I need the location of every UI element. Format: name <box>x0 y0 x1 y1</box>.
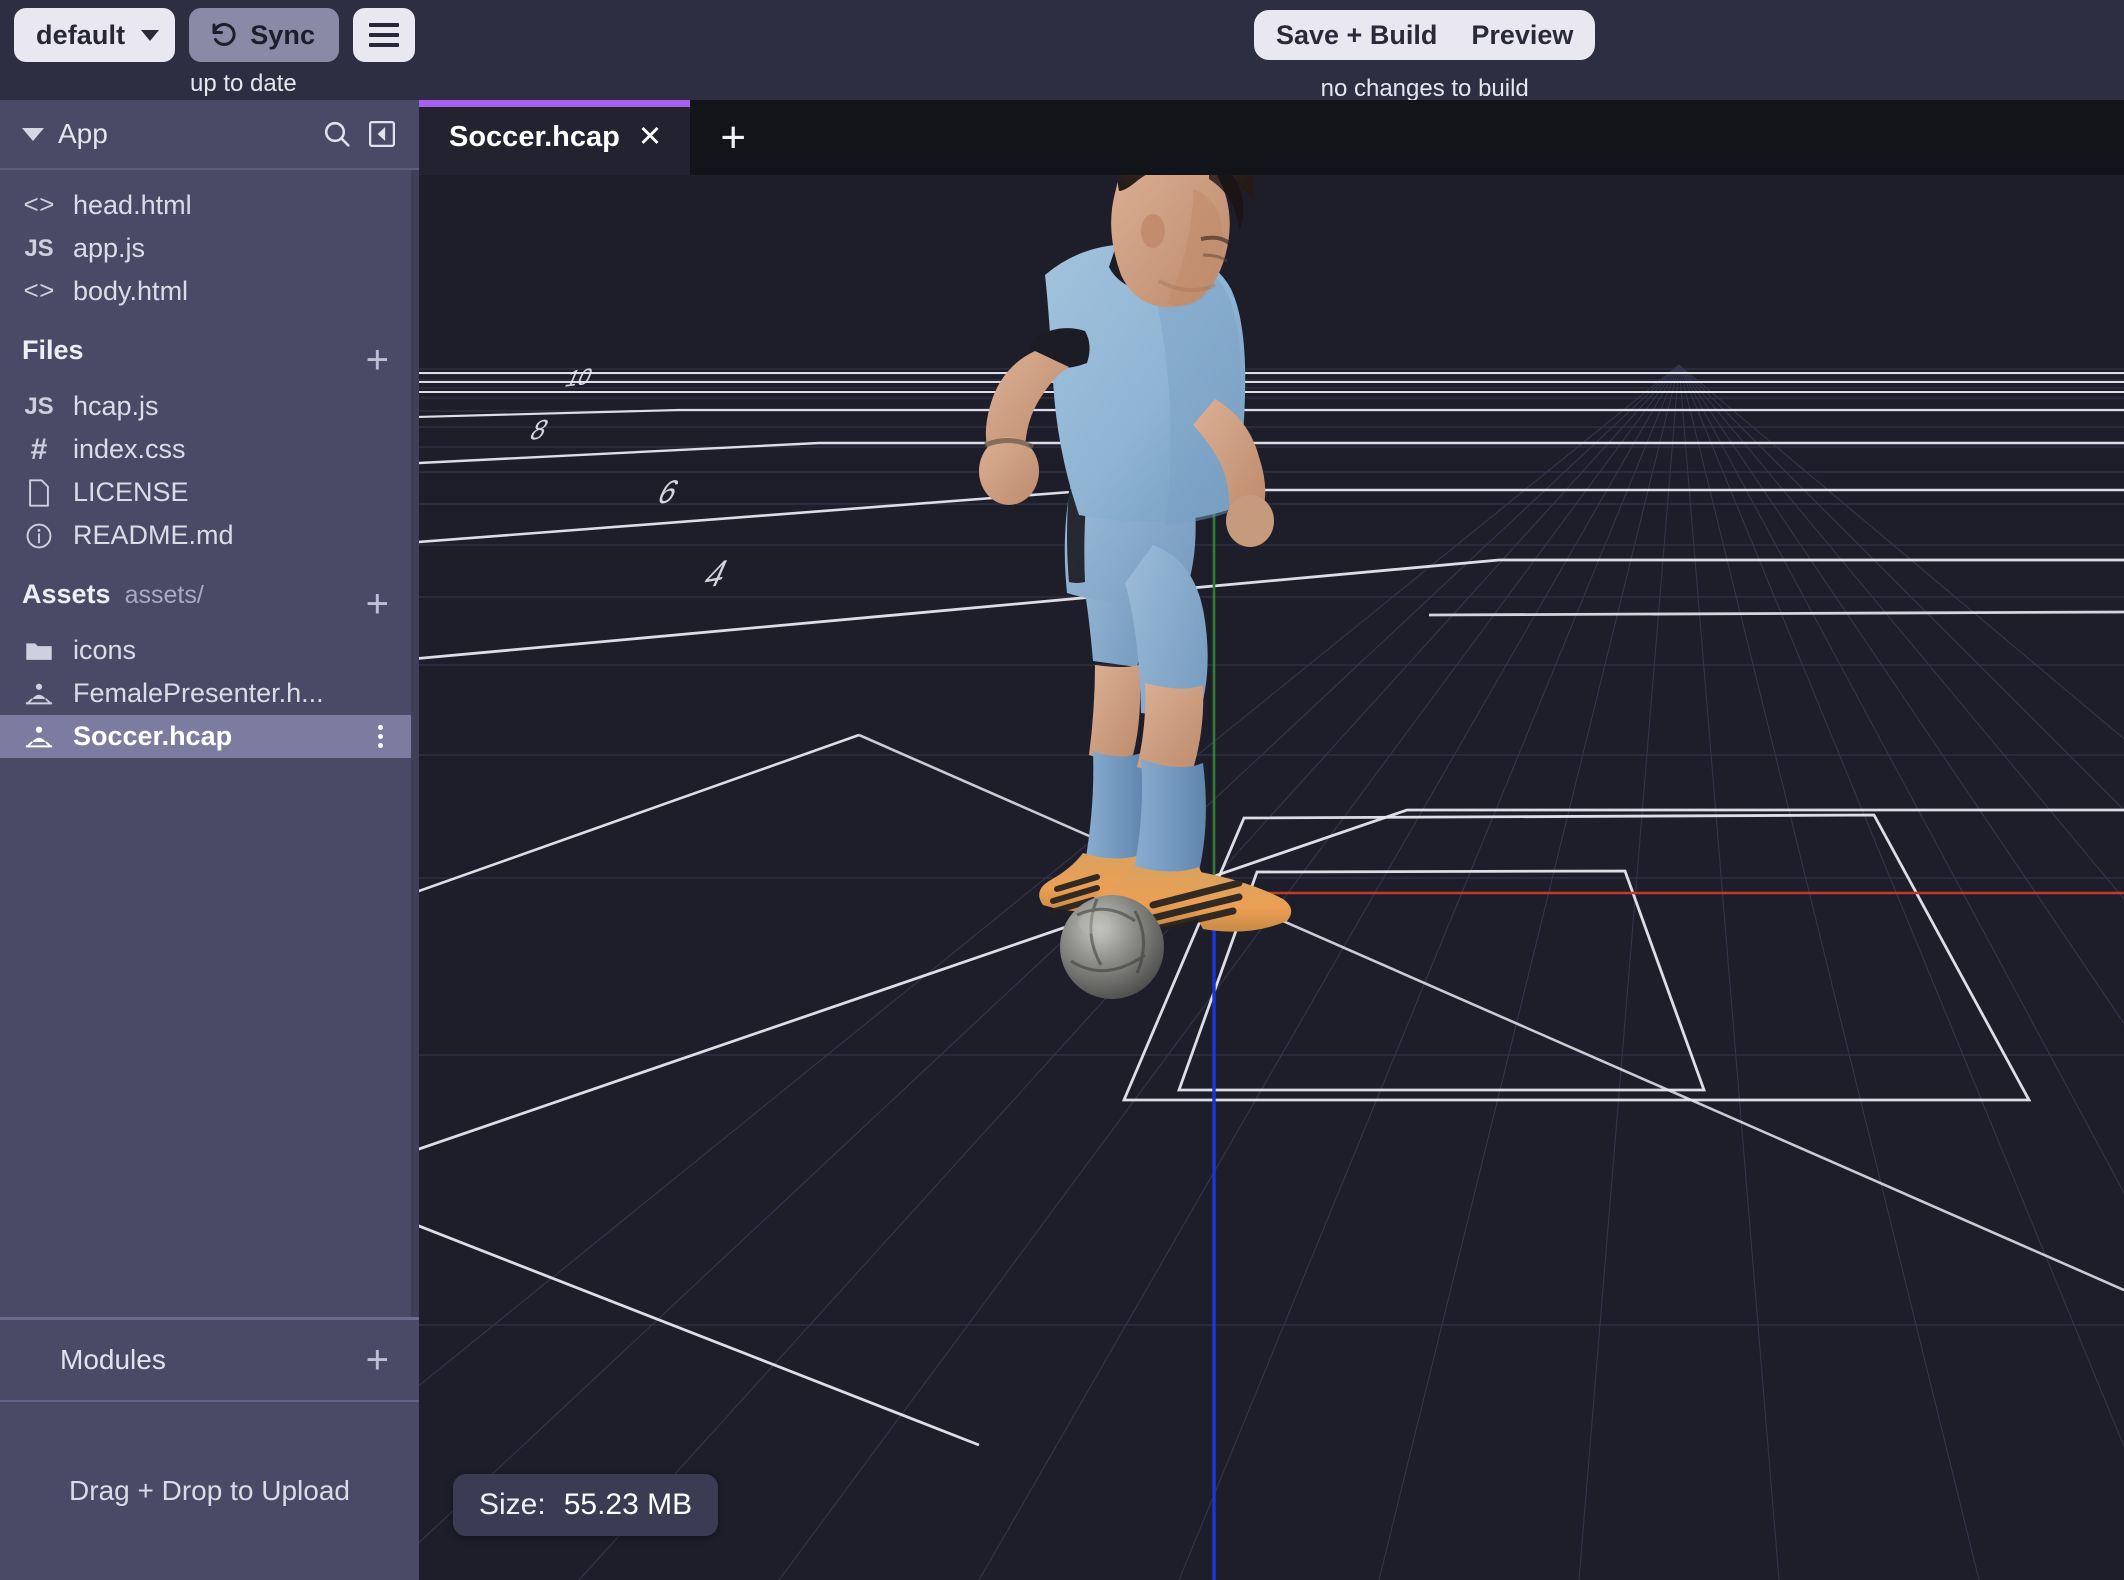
toolbar-center-group: Save + Build Preview no changes to build <box>1254 10 1596 103</box>
caret-down-icon[interactable] <box>22 127 44 141</box>
size-value: 55.23 MB <box>563 1488 693 1521</box>
branch-label: default <box>36 19 126 50</box>
kebab-menu-icon[interactable] <box>378 725 383 748</box>
file-license[interactable]: LICENSE <box>0 471 419 514</box>
search-icon[interactable] <box>321 118 353 150</box>
toolbar-left-group: default Sync <box>14 8 416 62</box>
files-section-title: Files <box>22 335 84 365</box>
info-circle-icon <box>22 522 56 550</box>
asset-label: Soccer.hcap <box>73 721 233 751</box>
app-file-body-html[interactable]: <> body.html <box>0 270 419 313</box>
file-label: hcap.js <box>73 391 159 421</box>
main-menu-button[interactable] <box>353 8 416 62</box>
modules-title: Modules <box>60 1344 166 1375</box>
asset-size-badge: Size: 55.23 MB <box>453 1474 719 1536</box>
sync-status-text: up to date <box>190 70 297 97</box>
css-hash-icon: # <box>30 432 48 466</box>
new-tab-button[interactable]: + <box>690 100 776 175</box>
editor-tab-bar: Soccer.hcap ✕ + <box>419 100 2124 175</box>
build-status-text: no changes to build <box>1320 75 1529 102</box>
sync-button[interactable]: Sync <box>189 8 340 62</box>
tab-soccer-hcap[interactable]: Soccer.hcap ✕ <box>419 100 691 175</box>
file-label: app.js <box>73 233 146 263</box>
js-file-icon: JS <box>24 392 54 420</box>
sync-label: Sync <box>250 19 316 50</box>
preview-button[interactable]: Preview <box>1471 20 1573 51</box>
js-file-icon: JS <box>24 234 54 262</box>
soccer-ball <box>1060 895 1164 999</box>
sidebar-scroll-area[interactable]: <> head.html JS app.js <> body.html File… <box>0 170 419 1317</box>
file-label: body.html <box>73 276 189 306</box>
assets-section-header: Assets assets/ + <box>0 579 419 629</box>
build-button-group: Save + Build Preview <box>1254 10 1596 60</box>
file-index-css[interactable]: # index.css <box>0 428 419 471</box>
file-hcap-js[interactable]: JS hcap.js <box>0 385 419 428</box>
hologram-capture-icon <box>22 724 56 750</box>
size-label: Size: <box>479 1488 546 1521</box>
sidebar-title: App <box>58 118 108 149</box>
file-label: head.html <box>73 190 192 220</box>
code-brackets-icon: <> <box>23 276 55 307</box>
add-asset-button[interactable]: + <box>366 584 389 624</box>
3d-viewport[interactable]: 10 8 6 4 Size: 55.23 MB <box>419 175 2124 1580</box>
asset-soccer-hcap[interactable]: Soccer.hcap <box>0 715 419 758</box>
app-file-head-html[interactable]: <> head.html <box>0 184 419 227</box>
tab-label: Soccer.hcap <box>449 121 620 153</box>
sidebar-header: App <box>0 100 419 168</box>
assets-path-label: assets/ <box>124 581 204 609</box>
file-label: LICENSE <box>73 477 189 507</box>
undo-rotate-icon <box>212 22 236 46</box>
document-icon <box>22 478 56 507</box>
hologram-editor-app: default Sync up to date Save + Build Pre… <box>0 0 2124 1580</box>
hamburger-icon <box>369 23 400 47</box>
modules-section-header[interactable]: Modules + <box>0 1320 419 1400</box>
asset-label: FemalePresenter.h... <box>73 678 324 708</box>
top-toolbar: default Sync up to date Save + Build Pre… <box>0 0 2124 103</box>
project-sidebar: App <> head.html JS app.js <> body.html … <box>0 100 419 1580</box>
folder-icon <box>22 639 56 663</box>
close-icon[interactable]: ✕ <box>638 123 662 152</box>
branch-selector[interactable]: default <box>14 8 176 62</box>
dropzone-label: Drag + Drop to Upload <box>69 1475 350 1506</box>
upload-dropzone[interactable]: Drag + Drop to Upload <box>0 1400 419 1580</box>
asset-icons-folder[interactable]: icons <box>0 629 419 672</box>
add-file-button[interactable]: + <box>366 340 389 380</box>
files-section-header: Files + <box>0 335 419 385</box>
file-readme-md[interactable]: README.md <box>0 514 419 557</box>
asset-femalepresenter-hcap[interactable]: FemalePresenter.h... <box>0 672 419 715</box>
file-label: README.md <box>73 520 234 550</box>
collapse-panel-left-icon[interactable] <box>367 119 397 149</box>
app-file-app-js[interactable]: JS app.js <box>0 227 419 270</box>
add-module-button[interactable]: + <box>366 1340 389 1380</box>
code-brackets-icon: <> <box>23 190 55 221</box>
assets-section-title: Assets <box>22 579 111 609</box>
scene-render: 10 8 6 4 <box>419 175 2124 1580</box>
hologram-capture-icon <box>22 681 56 707</box>
chevron-down-icon <box>141 29 160 41</box>
asset-label: icons <box>73 635 137 665</box>
save-build-button[interactable]: Save + Build <box>1276 20 1437 51</box>
file-label: index.css <box>73 434 186 464</box>
